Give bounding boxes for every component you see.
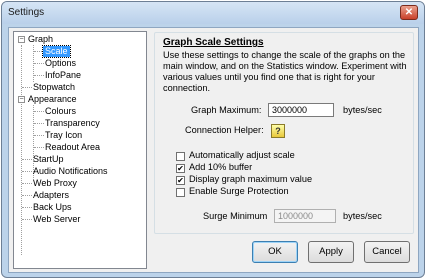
connection-helper-label: Connection Helper:: [185, 125, 264, 135]
surge-protection-checkbox[interactable]: [176, 188, 185, 197]
tree-connector: [34, 123, 44, 124]
graph-scale-panel: Graph Scale Settings Use these settings …: [154, 32, 414, 234]
collapse-appearance-icon[interactable]: −: [18, 96, 25, 103]
display-max-checkbox[interactable]: ✔: [176, 176, 185, 185]
tree-connector: [34, 75, 44, 76]
collapse-graph-icon[interactable]: −: [18, 36, 25, 43]
settings-window: Settings ✕ − Graph Scale Options InfoPan…: [1, 1, 425, 278]
tree-item-stopwatch[interactable]: Stopwatch: [33, 82, 75, 93]
tree-connector: [34, 111, 44, 112]
tree-connector: [34, 63, 44, 64]
tree-item-tray-icon[interactable]: Tray Icon: [45, 130, 82, 141]
surge-minimum-input[interactable]: 1000000: [274, 209, 336, 223]
surge-protection-label[interactable]: Enable Surge Protection: [189, 186, 289, 196]
tree-connector: [22, 195, 32, 196]
tree-item-graph[interactable]: Graph: [28, 34, 53, 45]
tree-item-transparency[interactable]: Transparency: [45, 118, 100, 129]
tree-item-web-server[interactable]: Web Server: [33, 214, 80, 225]
tree-item-scale[interactable]: Scale: [42, 45, 71, 58]
tree-item-readout-area[interactable]: Readout Area: [45, 142, 100, 153]
graph-maximum-label: Graph Maximum:: [191, 105, 262, 115]
tree-item-back-ups[interactable]: Back Ups: [33, 202, 72, 213]
tree-item-options[interactable]: Options: [45, 58, 76, 69]
tree-connector: [22, 159, 32, 160]
auto-adjust-label[interactable]: Automatically adjust scale: [189, 150, 295, 160]
graph-maximum-input[interactable]: 3000000: [268, 103, 334, 117]
tree-item-startup[interactable]: StartUp: [33, 154, 64, 165]
tree-connector: [22, 207, 32, 208]
tree-connector: [22, 183, 32, 184]
apply-button[interactable]: Apply: [308, 241, 354, 263]
panel-heading: Graph Scale Settings: [163, 37, 264, 48]
add-buffer-checkbox[interactable]: ✔: [176, 164, 185, 173]
tree-item-colours[interactable]: Colours: [45, 106, 76, 117]
add-buffer-label[interactable]: Add 10% buffer: [189, 162, 252, 172]
tree-connector: [34, 135, 44, 136]
tree-item-audio-notifications[interactable]: Audio Notifications: [33, 166, 108, 177]
tree-connector: [22, 87, 32, 88]
tree-connector: [34, 147, 44, 148]
connection-helper-icon[interactable]: ?: [271, 124, 285, 138]
tree-item-web-proxy[interactable]: Web Proxy: [33, 178, 77, 189]
display-max-label[interactable]: Display graph maximum value: [189, 174, 312, 184]
tree-item-adapters[interactable]: Adapters: [33, 190, 69, 201]
cancel-button[interactable]: Cancel: [364, 241, 410, 263]
dialog-body: − Graph Scale Options InfoPane Stopwatch…: [8, 27, 419, 273]
surge-minimum-unit: bytes/sec: [343, 211, 382, 221]
tree-connector: [22, 171, 32, 172]
graph-maximum-unit: bytes/sec: [343, 105, 382, 115]
surge-minimum-label: Surge Minimum: [203, 211, 268, 221]
panel-description: Use these settings to change the scale o…: [163, 50, 407, 93]
auto-adjust-checkbox[interactable]: [176, 152, 185, 161]
settings-tree[interactable]: − Graph Scale Options InfoPane Stopwatch…: [13, 31, 147, 269]
title-bar[interactable]: Settings ✕: [2, 2, 424, 24]
close-button[interactable]: ✕: [400, 5, 418, 20]
tree-item-appearance[interactable]: Appearance: [28, 94, 77, 105]
tree-item-infopane[interactable]: InfoPane: [45, 70, 81, 81]
tree-connector: [22, 219, 32, 220]
ok-button[interactable]: OK: [252, 241, 298, 263]
window-title: Settings: [8, 7, 45, 18]
tree-connector: [21, 45, 22, 255]
